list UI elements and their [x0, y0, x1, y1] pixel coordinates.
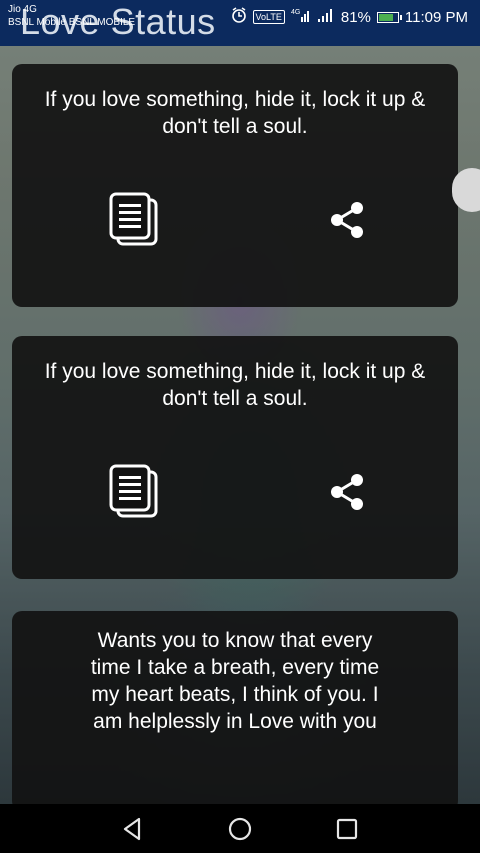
share-button[interactable] [328, 472, 366, 512]
battery-percent: 81% [340, 8, 371, 26]
carrier-primary: Jio 4G [8, 4, 37, 15]
carrier-secondary: BSNL Mobile BSNL MOBILE [8, 17, 136, 28]
home-button[interactable] [227, 816, 253, 842]
alarm-icon [231, 7, 247, 27]
status-quote[interactable]: If you love something, hide it, lock it … [12, 336, 458, 412]
battery-fill [378, 13, 393, 21]
copy-icon [109, 464, 158, 518]
status-quote[interactable]: If you love something, hide it, lock it … [12, 64, 458, 140]
side-scroll-handle[interactable] [452, 168, 480, 212]
status-quote[interactable]: Wants you to know that every time I take… [12, 611, 458, 735]
copy-button[interactable] [108, 464, 160, 520]
copy-button[interactable] [108, 192, 160, 248]
status-card: If you love something, hide it, lock it … [12, 64, 458, 307]
share-icon [331, 202, 363, 238]
navigation-bar [0, 804, 480, 853]
share-button[interactable] [328, 200, 366, 240]
volte-badge: VoLTE [252, 10, 285, 24]
status-card: Wants you to know that every time I take… [12, 611, 458, 811]
signal-4g-icon: 4G [291, 7, 311, 27]
svg-text:4G: 4G [291, 9, 300, 16]
share-icon [331, 474, 363, 510]
clock: 11:09 PM [404, 8, 468, 26]
copy-icon [109, 192, 158, 246]
home-icon [228, 817, 252, 841]
back-icon [123, 817, 141, 841]
status-indicators: VoLTE 4G 81% 11:09 PM [231, 7, 468, 27]
signal-icon [317, 7, 335, 27]
status-card: If you love something, hide it, lock it … [12, 336, 458, 579]
status-bar: Love Status Jio 4G BSNL Mobile BSNL MOBI… [0, 0, 480, 46]
battery-icon [376, 11, 402, 23]
recent-apps-button[interactable] [334, 816, 360, 842]
back-button[interactable] [120, 816, 146, 842]
recent-apps-icon [336, 818, 358, 840]
